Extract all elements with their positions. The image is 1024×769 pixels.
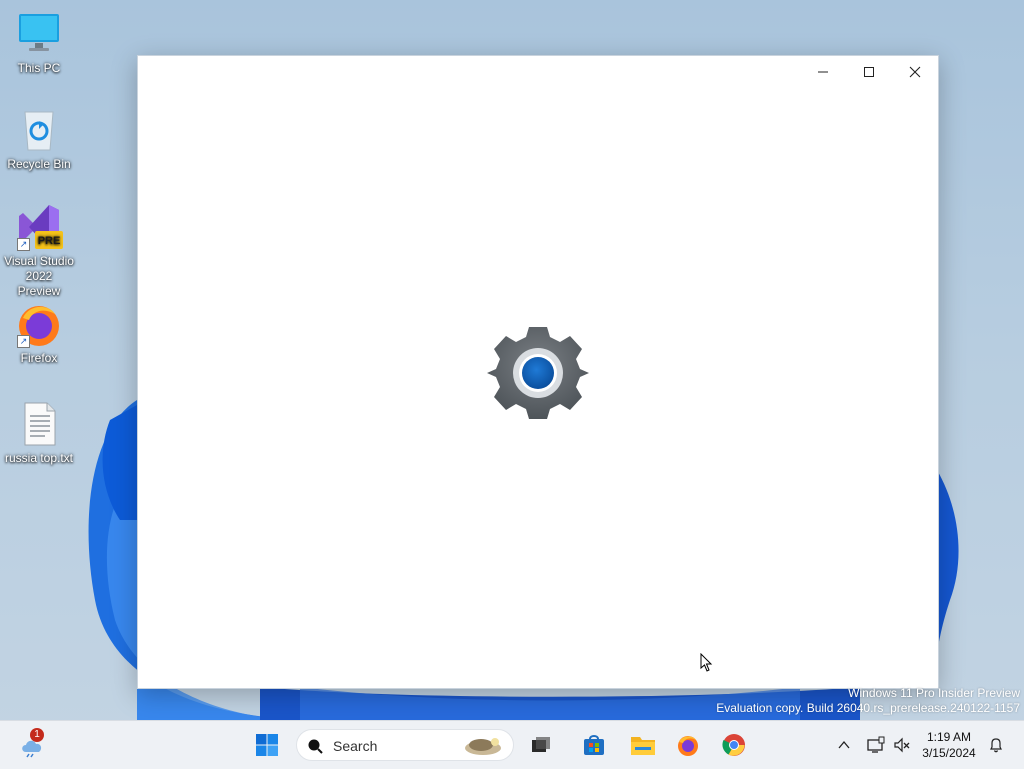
volume-button[interactable]	[888, 729, 916, 761]
firefox-icon: ↗	[15, 300, 63, 348]
chevron-up-icon	[838, 740, 850, 749]
close-button[interactable]	[892, 56, 938, 88]
start-icon	[256, 734, 278, 756]
taskbar-search[interactable]: Search	[296, 729, 514, 761]
chrome-taskbar-button[interactable]	[718, 729, 750, 761]
taskbar: 1 Search 1:19 AM 3/15/2024	[0, 720, 1024, 769]
close-icon	[909, 66, 921, 78]
minimize-icon	[818, 71, 828, 73]
start-button[interactable]	[251, 729, 283, 761]
desktop-icon-firefox[interactable]: ↗ Firefox	[2, 300, 76, 366]
maximize-button[interactable]	[846, 56, 892, 88]
store-icon	[584, 735, 604, 755]
task-view-button[interactable]	[525, 729, 557, 761]
file-explorer-icon	[631, 737, 655, 755]
chrome-icon	[722, 734, 745, 756]
recycle-bin-icon	[15, 106, 63, 154]
bell-icon	[990, 738, 1002, 753]
watermark-line1: Windows 11 Pro Insider Preview	[848, 686, 1020, 700]
watermark-line2: Evaluation copy. Build 26040.rs_prerelea…	[716, 701, 1020, 715]
monitor-icon	[15, 10, 63, 58]
settings-window[interactable]	[137, 55, 939, 689]
desktop-icon-label: Recycle Bin	[7, 157, 71, 171]
clock[interactable]: 1:19 AM 3/15/2024	[917, 729, 981, 761]
mouse-cursor-icon	[700, 653, 713, 672]
desktop-icon-label: russia top.txt	[4, 451, 74, 465]
firefox-taskbar-button[interactable]	[672, 729, 704, 761]
notifications-button[interactable]	[982, 729, 1010, 761]
desktop-icon-label: This PC	[17, 61, 61, 75]
widgets-button[interactable]: 1	[16, 728, 48, 761]
visual-studio-icon: PRE ↗	[15, 203, 63, 251]
desktop-icon-label: Firefox	[20, 351, 58, 365]
network-status-button[interactable]	[862, 729, 890, 761]
text-file-icon	[15, 400, 63, 448]
desktop-icon-text-file[interactable]: russia top.txt	[2, 400, 76, 466]
desktop-icon-label: Visual Studio 2022 Preview	[4, 254, 74, 298]
notification-badge: 1	[30, 728, 44, 742]
clock-date: 3/15/2024	[922, 746, 976, 760]
task-view-icon	[532, 737, 550, 752]
file-explorer-button[interactable]	[627, 729, 659, 761]
show-hidden-icons-button[interactable]	[829, 729, 859, 761]
evaluation-watermark: Windows 11 Pro Insider Preview Evaluatio…	[716, 686, 1020, 716]
desktop-icon-this-pc[interactable]: This PC	[2, 10, 76, 76]
network-icon	[867, 736, 885, 753]
volume-muted-icon	[894, 737, 910, 753]
minimize-button[interactable]	[800, 56, 846, 88]
pre-badge: PRE	[38, 235, 61, 247]
settings-gear-icon	[487, 327, 589, 419]
search-icon	[308, 739, 323, 754]
shortcut-arrow-icon: ↗	[17, 238, 30, 251]
desktop-icon-recycle-bin[interactable]: Recycle Bin	[2, 106, 76, 172]
shortcut-arrow-icon: ↗	[17, 335, 30, 348]
firefox-icon	[678, 736, 698, 756]
clock-time: 1:19 AM	[926, 730, 972, 744]
maximize-icon	[864, 67, 874, 77]
search-highlight-icon	[465, 738, 501, 755]
window-controls	[800, 56, 938, 88]
desktop-icon-visual-studio[interactable]: PRE ↗ Visual Studio 2022 Preview	[2, 203, 76, 299]
search-placeholder: Search	[333, 738, 378, 754]
store-button[interactable]	[578, 729, 610, 761]
